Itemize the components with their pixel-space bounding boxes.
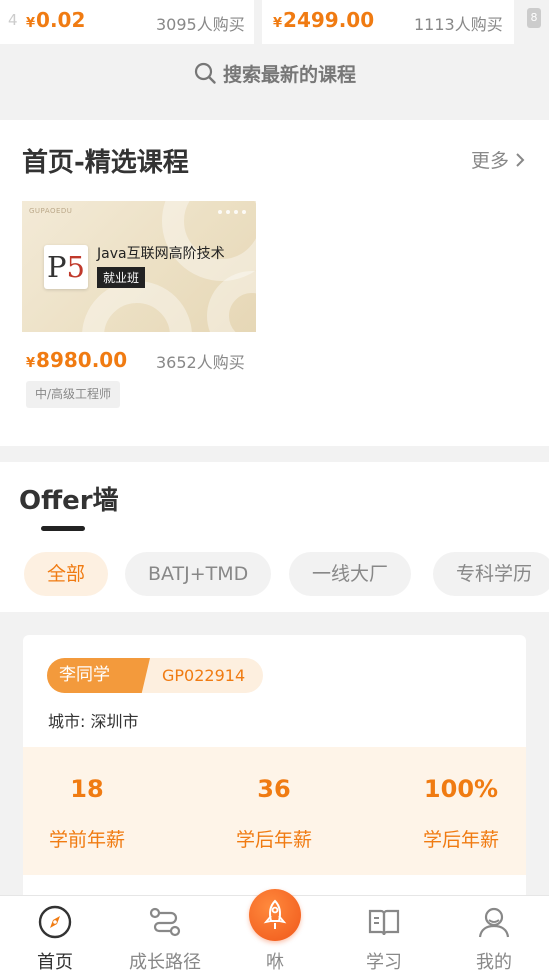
compass-icon [38, 905, 72, 939]
top-course-card[interactable]: ¥2499.00 1113人购买 [262, 0, 514, 44]
cover-title: Java互联网高阶技术 [97, 246, 225, 262]
filter-chip-college[interactable]: 专科学历 [433, 552, 549, 596]
featured-courses-section: 首页-精选课程 更多 GUPAOEDU P5 Java互联网高阶技术 就业班 ¥… [0, 120, 549, 446]
edge-number: 4 [8, 11, 18, 29]
tab-mine[interactable]: 我的 [439, 896, 549, 976]
course-buyers: 3652人购买 [156, 353, 245, 372]
tab-label: 咻 [266, 952, 284, 973]
student-code: GP022914 [162, 666, 246, 685]
chevron-right-icon [516, 152, 525, 167]
filter-chip-all[interactable]: 全部 [24, 552, 109, 596]
student-name: 李同学 [47, 658, 150, 693]
course-price: ¥2499.00 [273, 8, 375, 32]
cover-brand: GUPAOEDU [29, 207, 73, 215]
book-icon [368, 909, 400, 936]
edge-badge: 8 [527, 8, 541, 28]
cover-decoration [82, 281, 192, 332]
tab-label: 首页 [37, 952, 73, 973]
tab-study[interactable]: 学习 [329, 896, 439, 976]
top-course-card[interactable]: 4 ¥0.02 3095人购买 [0, 0, 254, 44]
cover-logo: P5 [44, 245, 88, 289]
search-icon [194, 62, 216, 84]
tab-label: 学习 [366, 952, 402, 973]
tab-rocket[interactable]: 咻 [220, 889, 330, 976]
course-cover[interactable]: GUPAOEDU P5 Java互联网高阶技术 就业班 [22, 201, 256, 332]
tab-label: 成长路径 [129, 952, 201, 973]
search-link[interactable]: 搜索最新的课程 [0, 56, 549, 90]
title-underline [41, 526, 85, 531]
offer-wall-title: Offer墙 [19, 486, 119, 516]
stat-label: 学前年薪 [48, 829, 125, 851]
section-title: 首页-精选课程 [22, 148, 189, 178]
stat-value: 100% [423, 775, 499, 803]
bottom-tab-bar: 首页 成长路径 咻 学习 我的 [0, 889, 549, 976]
more-label: 更多 [470, 150, 509, 172]
salary-stats: 18 学前年薪 36 学后年薪 100% 学后年薪 [23, 747, 526, 875]
course-level-tag: 中/高级工程师 [26, 381, 121, 408]
course-price: ¥8980.00 [26, 348, 128, 372]
course-buyers: 1113人购买 [414, 15, 503, 34]
filter-chip-top-company[interactable]: 一线大厂 [289, 552, 412, 596]
rocket-button[interactable] [249, 889, 301, 941]
stat-value: 18 [70, 775, 104, 803]
more-link[interactable]: 更多 [471, 146, 527, 173]
stat-label: 学后年薪 [235, 829, 312, 851]
offer-card[interactable]: 李同学 GP022914 城市: 深圳市 18 学前年薪 36 学后年薪 100… [23, 635, 526, 905]
user-icon [478, 907, 510, 938]
student-city: 城市: 深圳市 [48, 712, 139, 731]
tab-label: 我的 [476, 952, 512, 973]
filter-chip-batj[interactable]: BATJ+TMD [125, 552, 272, 596]
tab-home[interactable]: 首页 [0, 896, 110, 976]
course-price: ¥0.02 [26, 8, 86, 32]
search-label: 搜索最新的课程 [222, 63, 356, 86]
path-icon [149, 907, 181, 937]
rocket-icon [263, 899, 287, 929]
stat-value: 36 [257, 775, 291, 803]
cover-dots [218, 210, 246, 214]
tab-growth-path[interactable]: 成长路径 [110, 896, 220, 976]
student-badge: 李同学 GP022914 [47, 658, 263, 693]
offer-wall-section: Offer墙 全部 BATJ+TMD 一线大厂 专科学历 [0, 462, 549, 612]
stat-label: 学后年薪 [422, 829, 499, 851]
course-buyers: 3095人购买 [156, 15, 245, 34]
cover-badge: 就业班 [97, 267, 146, 288]
top-course-strip: 4 ¥0.02 3095人购买 ¥2499.00 1113人购买 8 搜索最新的… [0, 0, 549, 118]
